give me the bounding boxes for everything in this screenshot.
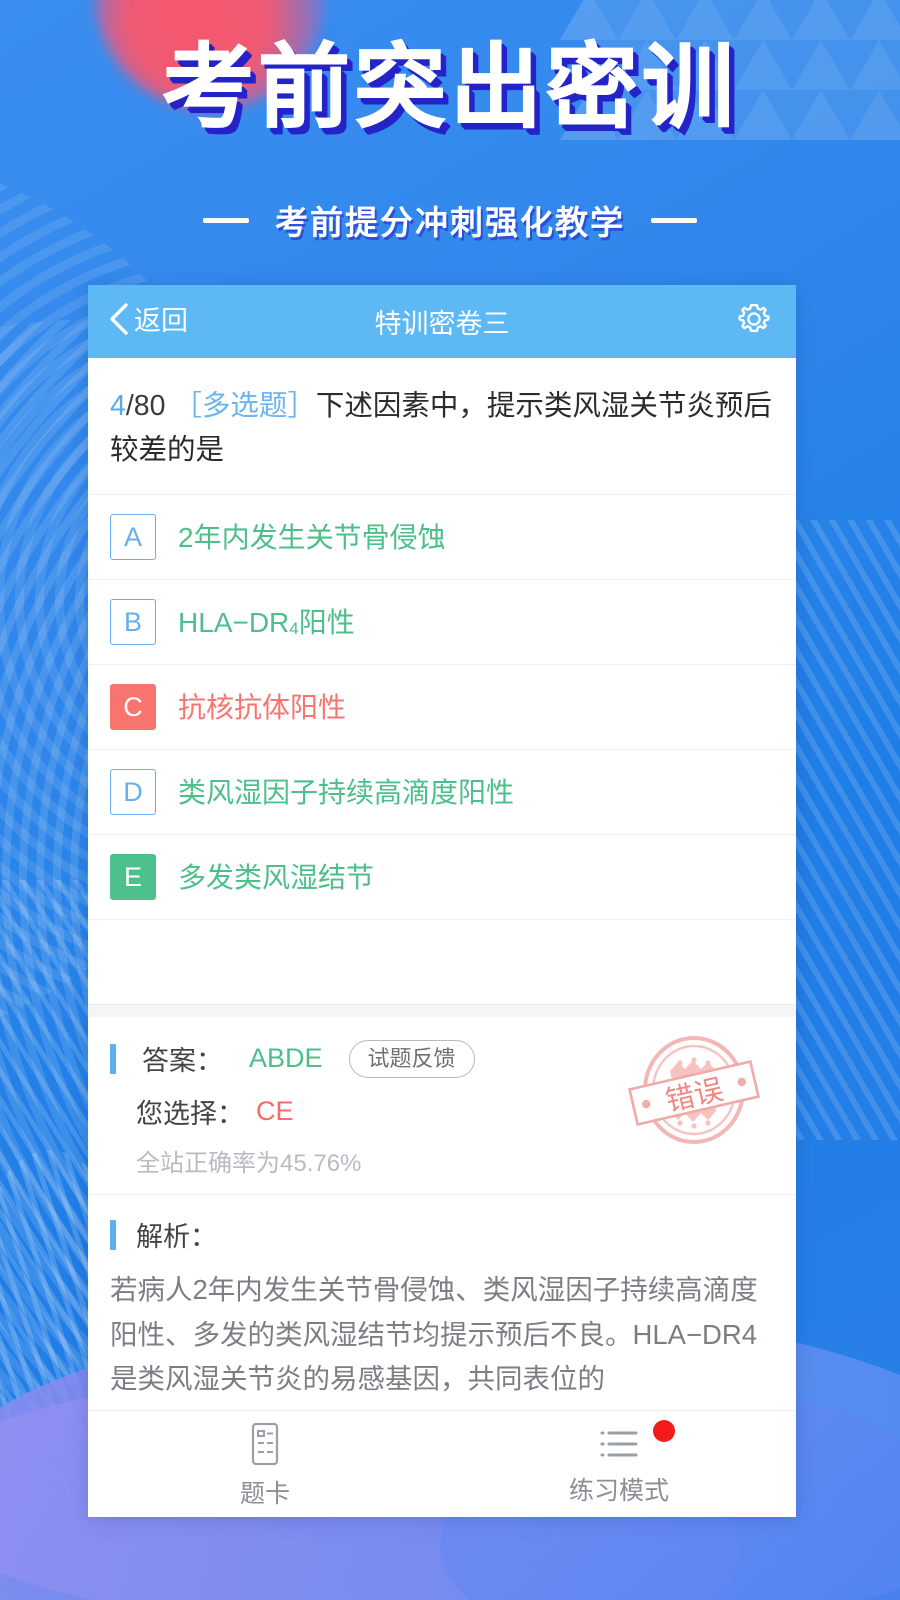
back-button[interactable]: 返回 [108, 302, 188, 341]
option-row[interactable]: C 抗核抗体阳性 [88, 665, 796, 751]
option-letter-d: D [110, 769, 156, 816]
option-text: 抗核抗体阳性 [178, 691, 347, 723]
option-letter-b: B [110, 599, 156, 646]
option-letter-c: C [110, 684, 156, 731]
chevron-left-icon [108, 302, 130, 341]
analysis-title: 解析： [136, 1222, 217, 1253]
question-feedback-button[interactable]: 试题反馈 [348, 1039, 475, 1078]
question-body: 4/80 ［多选题］下述因素中，提示类风湿关节炎预后较差的是 A 2年内发生关节骨… [88, 358, 796, 1410]
answer-label: 答案： [142, 1046, 223, 1077]
option-subscript: 4 [289, 618, 299, 638]
back-button-label: 返回 [134, 306, 188, 336]
tab-practice-mode[interactable]: 练习模式 [442, 1420, 796, 1505]
analysis-accent-bar [110, 1219, 116, 1250]
option-text: 多发类风湿结节 [178, 861, 375, 893]
promo-banner: 考前突出密训 考前提分冲刺强化教学 [0, 0, 900, 285]
notification-badge-dot [653, 1420, 675, 1442]
question-card-icon [245, 1421, 285, 1472]
background-right-stripes [780, 520, 900, 1140]
bottom-tab-bar: 题卡 练习模式 [88, 1410, 796, 1517]
app-screen: 返回 特训密卷三 4/80 ［多选题］下述因素中，提示类风湿关节炎预后较差的是 … [88, 285, 796, 1517]
banner-subtitle: 考前提分冲刺强化教学 [275, 203, 625, 242]
selected-label: 您选择： [136, 1099, 244, 1130]
page-title: 特训密卷三 [374, 309, 510, 339]
option-letter-a: A [110, 514, 156, 561]
answer-value: ABDE [249, 1043, 323, 1074]
tab-practice-mode-label: 练习模式 [568, 1477, 669, 1505]
gear-icon [734, 299, 774, 344]
option-list-spacer [88, 920, 796, 1006]
option-row[interactable]: A 2年内发生关节骨侵蚀 [88, 495, 796, 581]
banner-dash-right [651, 217, 697, 223]
list-lines-icon [596, 1424, 642, 1469]
tab-question-card[interactable]: 题卡 [88, 1421, 442, 1507]
selected-value: CE [256, 1096, 294, 1127]
tab-question-card-label: 题卡 [239, 1480, 290, 1508]
banner-subtitle-row: 考前提分冲刺强化教学 [0, 196, 900, 244]
option-row[interactable]: D 类风湿因子持续高滴度阳性 [88, 750, 796, 836]
option-text: HLA−DR4阳性 [178, 606, 355, 638]
answer-section: 答案： ABDE 试题反馈 您选择： CE 全站正确率为45.76% 错误 [88, 1017, 796, 1196]
question-type-tag: ［多选题］ [173, 390, 316, 422]
selected-row: 您选择： CE [110, 1092, 774, 1131]
analysis-body: 若病人2年内发生关节骨侵蚀、类风湿因子持续高滴度阳性、多发的类风湿结节均提示预后… [110, 1274, 758, 1395]
answer-accent-bar [110, 1043, 116, 1074]
analysis-header: 解析： [110, 1215, 774, 1254]
question-separator: / [125, 390, 134, 422]
analysis-section: 解析： 若病人2年内发生关节骨侵蚀、类风湿因子持续高滴度阳性、多发的类风湿结节均… [88, 1195, 796, 1410]
option-letter-e: E [110, 854, 156, 901]
option-text: 2年内发生关节骨侵蚀 [178, 521, 446, 553]
question-stem: 4/80 ［多选题］下述因素中，提示类风湿关节炎预后较差的是 [88, 358, 796, 496]
option-text: 类风湿因子持续高滴度阳性 [178, 776, 515, 808]
section-divider [88, 1005, 796, 1018]
option-row[interactable]: B HLA−DR4阳性 [88, 580, 796, 666]
answer-row: 答案： ABDE 试题反馈 [110, 1039, 774, 1078]
banner-title: 考前突出密训 [161, 34, 738, 141]
option-row[interactable]: E 多发类风湿结节 [88, 835, 796, 921]
site-accuracy-text: 全站正确率为45.76% [136, 1150, 362, 1178]
navigation-bar: 返回 特训密卷三 [88, 285, 796, 358]
settings-button[interactable] [734, 299, 774, 344]
option-list: A 2年内发生关节骨侵蚀 B HLA−DR4阳性 C 抗核抗体阳性 D 类风湿因子持续高滴度阳… [88, 495, 796, 921]
question-total: 80 [133, 390, 166, 422]
question-index: 4 [110, 390, 126, 422]
banner-dash-left [203, 217, 249, 223]
